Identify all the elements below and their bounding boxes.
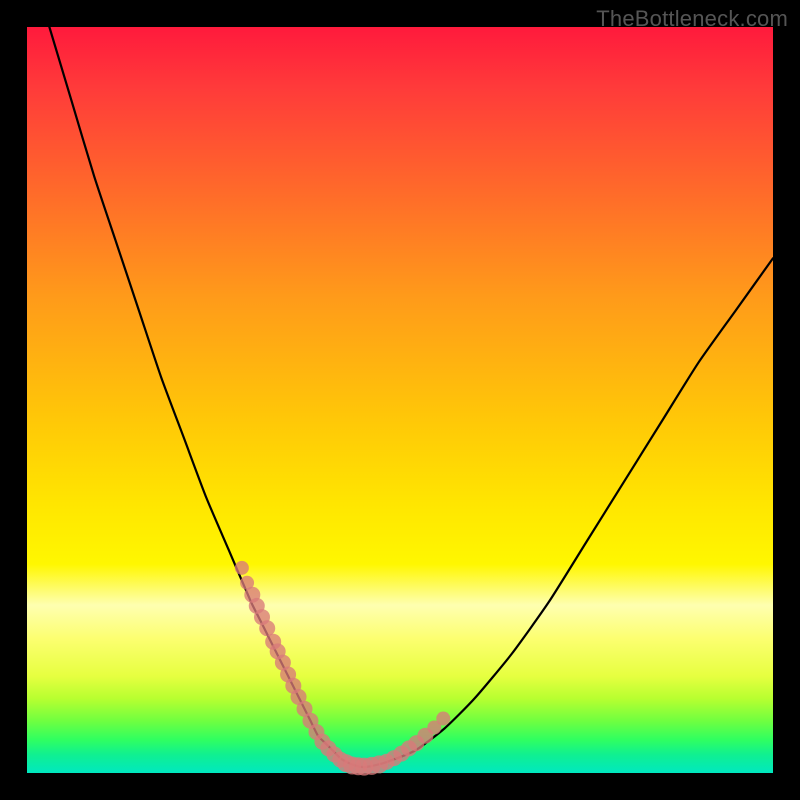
bottleneck-curve — [49, 27, 773, 767]
chart-svg — [27, 27, 773, 773]
marker-group — [235, 561, 450, 776]
curve-marker — [235, 561, 249, 575]
curve-marker — [436, 712, 450, 726]
